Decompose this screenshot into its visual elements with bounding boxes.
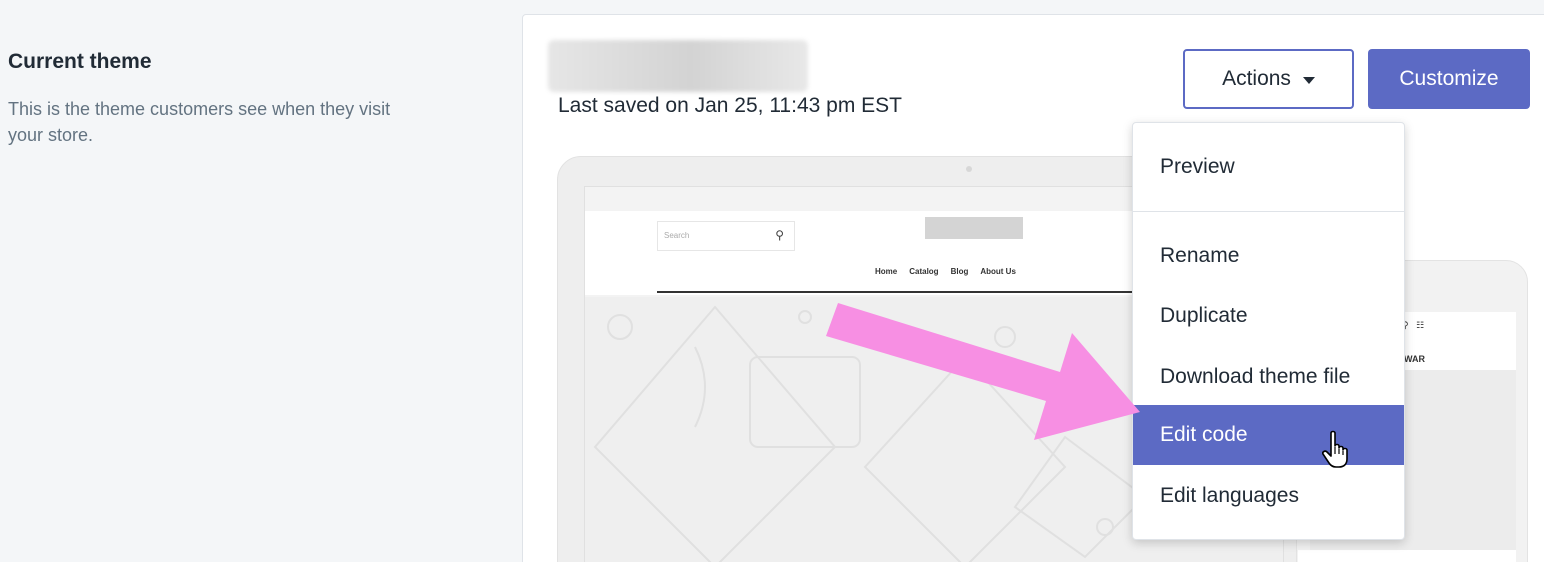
hand-pointer-icon [1322, 430, 1348, 468]
preview-search-placeholder: Search [664, 231, 690, 240]
menu-item-edit-languages[interactable]: Edit languages [1133, 466, 1404, 526]
laptop-camera [966, 166, 972, 172]
menu-item-download-theme-file[interactable]: Download theme file [1133, 347, 1404, 407]
preview-nav-item: About Us [980, 267, 1016, 276]
last-saved-text: Last saved on Jan 25, 11:43 pm EST [558, 94, 902, 117]
menu-item-preview[interactable]: Preview [1133, 137, 1404, 197]
section-info: Current theme This is the theme customer… [8, 50, 428, 148]
cart-icon: ⚲ ☷ [1402, 320, 1425, 330]
theme-name-redacted [548, 40, 808, 92]
preview-nav-item: Blog [950, 267, 969, 276]
customize-button[interactable]: Customize [1368, 49, 1530, 109]
mobile-preview-footer [1298, 550, 1516, 562]
menu-item-label: Rename [1160, 244, 1240, 267]
preview-nav-item: Home [875, 267, 898, 276]
actions-button[interactable]: Actions [1183, 49, 1354, 109]
actions-button-label: Actions [1222, 67, 1291, 90]
section-description: This is the theme customers see when the… [8, 99, 391, 145]
menu-item-label: Edit code [1160, 423, 1248, 446]
preview-search-box: Search ⚲ [657, 221, 795, 251]
menu-item-label: Duplicate [1160, 304, 1248, 327]
menu-divider [1133, 211, 1404, 212]
caret-down-icon [1302, 76, 1315, 84]
menu-item-duplicate[interactable]: Duplicate [1133, 286, 1404, 346]
menu-item-label: Download theme file [1160, 365, 1351, 388]
customize-button-label: Customize [1399, 67, 1499, 90]
menu-item-label: Edit languages [1160, 484, 1299, 507]
preview-nav-item: Catalog [909, 267, 939, 276]
search-icon: ⚲ [775, 228, 784, 242]
section-title: Current theme [8, 50, 152, 73]
menu-item-edit-code[interactable]: Edit code [1133, 405, 1404, 465]
menu-item-rename[interactable]: Rename [1133, 226, 1404, 286]
preview-logo-redacted [925, 217, 1023, 239]
menu-item-label: Preview [1160, 155, 1235, 178]
actions-dropdown-menu: Preview Rename Duplicate Download theme … [1132, 122, 1405, 540]
preview-nav: Home Catalog Blog About Us [875, 267, 1016, 276]
